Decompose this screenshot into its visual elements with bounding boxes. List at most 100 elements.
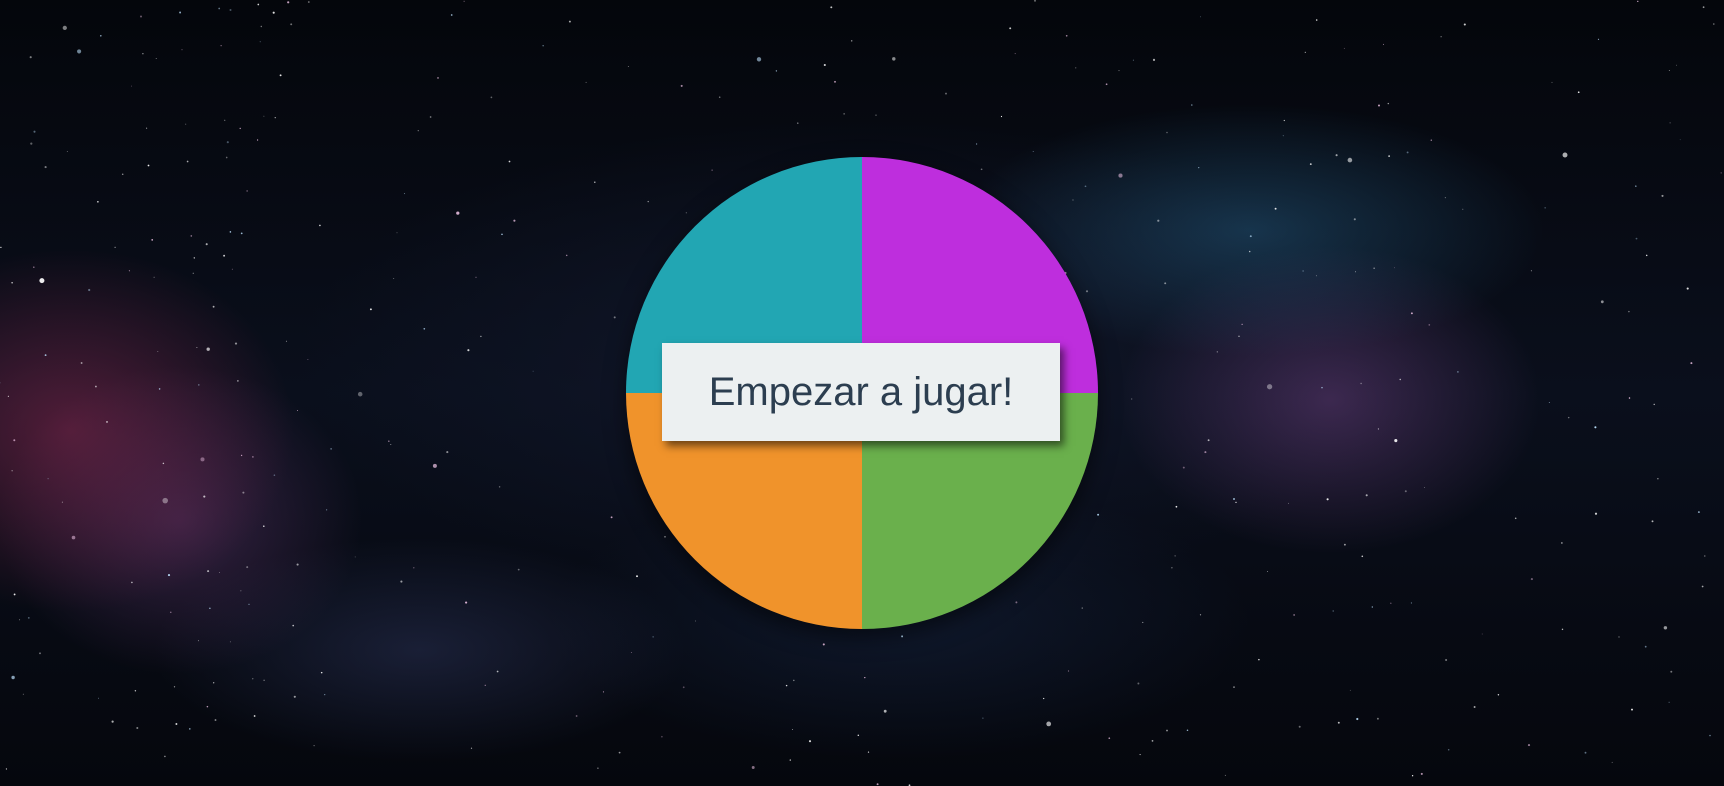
star — [1108, 737, 1111, 740]
star — [480, 335, 482, 338]
star — [39, 278, 45, 284]
star — [147, 164, 150, 167]
star — [1233, 686, 1235, 688]
star — [982, 717, 984, 719]
star — [206, 705, 209, 708]
star — [1151, 740, 1154, 742]
star — [170, 611, 172, 613]
star — [1527, 744, 1531, 747]
star — [785, 684, 788, 687]
star — [252, 456, 254, 458]
star — [189, 728, 191, 730]
star — [1618, 636, 1620, 638]
star — [146, 127, 148, 129]
star — [313, 744, 315, 747]
star — [1463, 23, 1466, 26]
star — [423, 327, 426, 330]
star — [213, 682, 215, 684]
start-game-button[interactable]: Empezar a jugar! — [662, 343, 1060, 441]
star — [1473, 706, 1476, 708]
star — [1266, 384, 1273, 390]
star — [1248, 250, 1251, 253]
star — [259, 41, 261, 43]
star — [80, 362, 83, 364]
star — [248, 603, 250, 605]
star — [1423, 487, 1425, 489]
star — [1353, 218, 1356, 221]
star — [1651, 520, 1654, 523]
star — [1174, 555, 1176, 557]
star — [1390, 602, 1392, 605]
star — [1709, 734, 1711, 737]
star — [867, 751, 870, 753]
star — [237, 380, 239, 382]
star — [209, 607, 211, 609]
star — [429, 116, 432, 118]
star — [822, 643, 825, 646]
star — [242, 491, 245, 494]
star — [1428, 324, 1431, 326]
star — [1628, 397, 1631, 399]
star — [413, 567, 415, 569]
star — [1669, 122, 1671, 124]
star — [293, 695, 296, 698]
star — [1131, 398, 1133, 400]
star — [1440, 36, 1442, 38]
star — [1198, 166, 1200, 169]
star — [1635, 237, 1638, 240]
star — [324, 693, 326, 696]
star — [1282, 135, 1284, 137]
star — [1365, 494, 1368, 497]
star — [1235, 501, 1237, 504]
star — [568, 20, 571, 23]
star — [214, 719, 217, 721]
star — [1594, 512, 1598, 515]
star — [1283, 119, 1285, 122]
star — [652, 636, 654, 638]
star — [1241, 323, 1243, 325]
star — [1043, 697, 1045, 700]
star — [1326, 498, 1329, 501]
star — [1274, 207, 1277, 210]
star — [11, 470, 13, 472]
star — [94, 385, 97, 388]
star — [1430, 139, 1432, 141]
star — [1544, 207, 1546, 209]
star — [354, 556, 356, 558]
star — [1597, 38, 1600, 40]
star — [1360, 382, 1362, 385]
star — [30, 142, 33, 145]
star — [296, 409, 298, 411]
star — [1157, 219, 1160, 222]
star — [1663, 626, 1668, 630]
star — [1410, 602, 1412, 604]
star — [864, 676, 866, 679]
star — [11, 675, 15, 680]
star — [1530, 578, 1533, 581]
star — [1686, 287, 1689, 290]
star — [273, 474, 276, 476]
star — [162, 462, 165, 465]
star — [240, 454, 243, 457]
star — [417, 130, 419, 132]
star — [1302, 270, 1304, 272]
star — [1690, 362, 1693, 365]
star — [1584, 751, 1587, 754]
star — [246, 566, 249, 569]
star — [1562, 152, 1568, 158]
star — [1166, 729, 1168, 732]
star — [1032, 151, 1034, 152]
star — [1399, 378, 1401, 381]
star — [1321, 386, 1323, 389]
star — [134, 690, 137, 692]
star — [484, 684, 486, 686]
star — [1594, 426, 1597, 429]
star — [27, 617, 30, 619]
star — [1561, 628, 1564, 631]
star — [1548, 402, 1550, 404]
star — [1670, 670, 1673, 673]
star — [1139, 754, 1141, 756]
star — [627, 65, 629, 67]
star — [456, 211, 460, 215]
star — [793, 679, 795, 682]
